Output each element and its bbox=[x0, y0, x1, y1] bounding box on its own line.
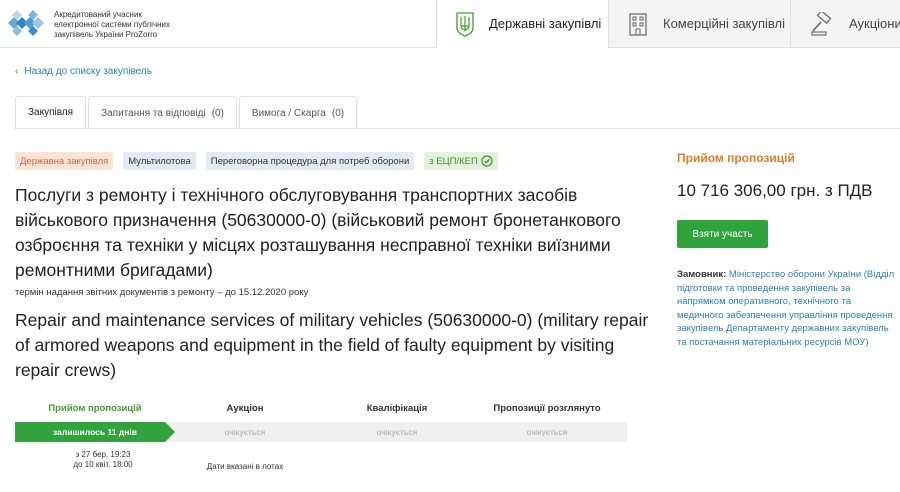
tab-label: Закупівля bbox=[28, 107, 74, 118]
stage-progress-pending: очікується bbox=[526, 427, 568, 437]
nav-tab-commercial-procurement[interactable]: Комерційні закупівлі bbox=[608, 0, 790, 48]
tab-questions[interactable]: Запитання та відповіді (0) bbox=[88, 96, 237, 129]
tab-count: (0) bbox=[331, 107, 345, 119]
nav-tab-label: Аукціони bbox=[849, 16, 900, 31]
logo-line: електронної системи публічних bbox=[54, 20, 171, 29]
procurement-subnote: термін надання звітних документів з ремо… bbox=[15, 287, 309, 298]
building-icon bbox=[627, 12, 649, 36]
customer-detail: (Відділ підготовки та проведення закупів… bbox=[677, 269, 895, 348]
tab-complaints[interactable]: Вимога / Скарга (0) bbox=[238, 96, 358, 129]
logo-line: закупівель України ProZorro bbox=[54, 30, 158, 39]
stage-label-offers: Прийом пропозицій bbox=[48, 403, 142, 414]
chevron-left-icon: ‹ bbox=[15, 66, 19, 77]
participate-button[interactable]: Взяти участь bbox=[677, 220, 768, 248]
procurement-stages: Прийом пропозицій Аукціон Кваліфікація П… bbox=[15, 392, 627, 471]
site-header: Акредитований учасник електронної систем… bbox=[0, 0, 900, 48]
tab-procurement[interactable]: Закупівля bbox=[15, 96, 87, 129]
content-tabs: Закупівля Запитання та відповіді (0) Вим… bbox=[15, 96, 359, 129]
stage-label-auction: Аукціон bbox=[226, 403, 264, 414]
customer-name-link[interactable]: Міністерство оборони України bbox=[729, 269, 861, 280]
stage-progress-track: залишилось 11 днів очікується очікується… bbox=[15, 422, 627, 442]
tag-signature: з ЕЦП/КЕП bbox=[424, 152, 498, 170]
gavel-icon bbox=[809, 11, 835, 36]
tab-label: Вимога / Скарга bbox=[251, 107, 326, 119]
stage-dates-lots: Дати вказані в лотах bbox=[206, 462, 284, 471]
date-to: до 10 квіт. 18:00 bbox=[73, 460, 133, 469]
nav-tab-auctions[interactable]: Аукціони bbox=[790, 0, 900, 48]
stage-dates-offers: з 27 бер. 19:23 до 10 квіт. 18:00 bbox=[33, 450, 173, 470]
tabs-divider bbox=[15, 128, 900, 129]
stage-progress-pending: очікується bbox=[376, 427, 418, 437]
check-circle-icon bbox=[481, 155, 493, 167]
nav-tab-label: Комерційні закупівлі bbox=[663, 16, 786, 31]
stage-progress-pending: очікується bbox=[224, 427, 266, 437]
tag-state-procurement: Державна закупівля bbox=[15, 152, 114, 170]
tab-count: (0) bbox=[211, 107, 224, 119]
logo-line: Акредитований учасник bbox=[54, 10, 142, 19]
logo-text: Акредитований учасник електронної систем… bbox=[54, 10, 170, 40]
back-link-label: Назад до списку закупівель bbox=[24, 66, 152, 77]
customer-label: Замовник: bbox=[677, 269, 727, 280]
stage-labels: Прийом пропозицій Аукціон Кваліфікація П… bbox=[15, 392, 627, 418]
stage-progress-current: залишилось 11 днів bbox=[53, 427, 137, 437]
tag-signature-label: з ЕЦП/КЕП bbox=[429, 155, 478, 167]
tag-multilot: Мультилотова bbox=[123, 152, 196, 170]
stage-label-reviewed: Пропозиції розглянуто bbox=[493, 403, 601, 414]
stage-label-qualification: Кваліфікація bbox=[366, 403, 428, 414]
prozorro-logo-icon bbox=[8, 10, 44, 36]
customer-info: Замовник: Міністерство оборони України (… bbox=[677, 268, 895, 349]
trident-icon bbox=[455, 11, 475, 37]
procurement-title-en: Repair and maintenance services of milit… bbox=[15, 310, 649, 380]
date-from: з 27 бер. 19:23 bbox=[75, 450, 131, 459]
nav-tab-label: Державні закупівлі bbox=[489, 16, 602, 31]
tag-procedure-type: Переговорна процедура для потреб оборони bbox=[205, 152, 415, 170]
prozorro-logo[interactable]: Акредитований учасник електронної систем… bbox=[6, 8, 206, 44]
back-to-list-link[interactable]: ‹ Назад до списку закупівель bbox=[15, 66, 152, 77]
nav-tab-state-procurement[interactable]: Державні закупівлі bbox=[436, 0, 608, 48]
procurement-title-ua: Послуги з ремонту і технічного обслугову… bbox=[15, 185, 621, 280]
procurement-amount: 10 716 306,00 грн. з ПДВ bbox=[677, 181, 873, 200]
procurement-tags: Державна закупівля Мультилотова Перегово… bbox=[15, 152, 498, 170]
status-label: Прийом пропозицій bbox=[677, 151, 795, 165]
tab-label: Запитання та відповіді bbox=[101, 107, 206, 119]
